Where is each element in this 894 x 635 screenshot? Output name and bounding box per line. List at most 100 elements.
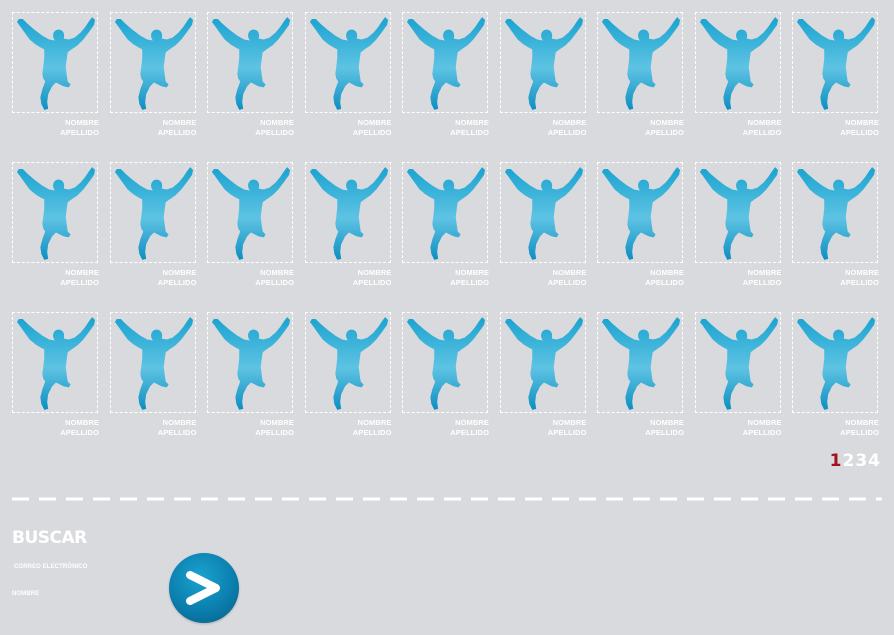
player-card[interactable]: NOMBRE APELLIDO <box>109 312 199 453</box>
player-last-name: APELLIDO <box>157 428 197 437</box>
player-name: NOMBRE APELLIDO <box>450 118 489 138</box>
player-first-name: NOMBRE <box>845 418 879 427</box>
email-field-label[interactable]: CORREO ELECTRÓNICO <box>14 564 87 570</box>
player-card[interactable]: NOMBRE APELLIDO <box>597 12 686 153</box>
player-first-name: NOMBRE <box>65 418 99 427</box>
player-last-name: APELLIDO <box>450 128 489 137</box>
player-last-name: APELLIDO <box>255 278 294 287</box>
player-card[interactable]: NOMBRE APELLIDO <box>12 162 101 303</box>
player-silhouette-icon <box>211 17 291 110</box>
name-field-label[interactable]: NOMBRE <box>12 591 39 597</box>
player-card[interactable]: NOMBRE APELLIDO <box>207 312 296 453</box>
player-name: NOMBRE APELLIDO <box>548 118 587 138</box>
player-card[interactable]: NOMBRE APELLIDO <box>792 12 881 153</box>
player-last-name: APELLIDO <box>450 278 489 287</box>
player-card[interactable]: NOMBRE APELLIDO <box>792 162 881 303</box>
player-card[interactable]: NOMBRE APELLIDO <box>12 312 101 453</box>
player-first-name: NOMBRE <box>162 268 197 277</box>
player-name: NOMBRE APELLIDO <box>158 418 197 438</box>
player-card[interactable]: NOMBRE APELLIDO <box>304 162 394 303</box>
player-last-name: APELLIDO <box>742 128 782 137</box>
player-card[interactable]: NOMBRE APELLIDO <box>12 12 101 153</box>
player-silhouette-icon <box>504 167 583 260</box>
player-card[interactable]: NOMBRE APELLIDO <box>792 312 881 453</box>
player-last-name: APELLIDO <box>547 428 587 437</box>
player-card[interactable]: NOMBRE APELLIDO <box>402 162 491 303</box>
player-last-name: APELLIDO <box>60 428 99 437</box>
player-name: NOMBRE APELLIDO <box>743 118 782 138</box>
player-photo-frame <box>207 12 293 113</box>
player-photo-frame <box>12 312 98 413</box>
player-photo-frame <box>499 162 586 263</box>
player-first-name: NOMBRE <box>260 418 294 427</box>
player-card[interactable]: NOMBRE APELLIDO <box>304 312 394 453</box>
player-first-name: NOMBRE <box>357 268 392 277</box>
player-photo-frame <box>792 312 878 413</box>
player-name: NOMBRE APELLIDO <box>840 268 879 288</box>
player-name: NOMBRE APELLIDO <box>743 268 782 288</box>
search-submit-button[interactable] <box>169 553 239 623</box>
player-name: NOMBRE APELLIDO <box>840 418 879 438</box>
player-name: NOMBRE APELLIDO <box>255 118 294 138</box>
player-silhouette-icon <box>796 167 876 260</box>
player-silhouette-icon <box>699 167 778 260</box>
player-card[interactable]: NOMBRE APELLIDO <box>402 12 491 153</box>
player-photo-frame <box>304 12 391 113</box>
page-link-2[interactable]: 2 <box>842 451 854 471</box>
player-last-name: APELLIDO <box>352 128 392 137</box>
player-silhouette-icon <box>16 167 96 260</box>
page-link-3[interactable]: 3 <box>855 451 867 471</box>
player-silhouette-icon <box>504 317 583 410</box>
player-name: NOMBRE APELLIDO <box>60 268 99 288</box>
player-card[interactable]: NOMBRE APELLIDO <box>402 312 491 453</box>
player-card[interactable]: NOMBRE APELLIDO <box>109 162 199 303</box>
player-name: NOMBRE APELLIDO <box>60 418 99 438</box>
player-last-name: APELLIDO <box>742 428 782 437</box>
page-link-4[interactable]: 4 <box>868 451 880 471</box>
player-card[interactable]: NOMBRE APELLIDO <box>207 12 296 153</box>
player-silhouette-icon <box>504 17 583 110</box>
player-last-name: APELLIDO <box>157 128 197 137</box>
page-link-1[interactable]: 1 <box>830 451 842 471</box>
player-card[interactable]: NOMBRE APELLIDO <box>304 12 394 153</box>
player-card[interactable]: NOMBRE APELLIDO <box>597 312 686 453</box>
player-photo-frame <box>499 12 586 113</box>
player-first-name: NOMBRE <box>260 268 294 277</box>
player-name: NOMBRE APELLIDO <box>450 268 489 288</box>
player-card[interactable]: NOMBRE APELLIDO <box>597 162 686 303</box>
player-card[interactable]: NOMBRE APELLIDO <box>207 162 296 303</box>
player-last-name: APELLIDO <box>547 128 587 137</box>
player-silhouette-icon <box>211 167 291 260</box>
player-grid: NOMBRE APELLIDO NOMBRE APELLIDO NOMBRE A… <box>12 12 892 453</box>
player-first-name: NOMBRE <box>747 118 782 127</box>
player-photo-frame <box>304 312 391 413</box>
player-silhouette-icon <box>406 317 486 410</box>
player-last-name: APELLIDO <box>60 278 99 287</box>
player-card[interactable]: NOMBRE APELLIDO <box>499 12 589 153</box>
player-card[interactable]: NOMBRE APELLIDO <box>499 312 589 453</box>
player-first-name: NOMBRE <box>65 268 99 277</box>
player-card[interactable]: NOMBRE APELLIDO <box>109 12 199 153</box>
player-photo-frame <box>402 12 488 113</box>
player-silhouette-icon <box>309 167 388 260</box>
player-name: NOMBRE APELLIDO <box>353 418 392 438</box>
player-first-name: NOMBRE <box>357 418 392 427</box>
player-silhouette-icon <box>601 167 681 260</box>
player-name: NOMBRE APELLIDO <box>645 118 684 138</box>
player-silhouette-icon <box>309 317 388 410</box>
player-photo-frame <box>694 12 781 113</box>
player-silhouette-icon <box>211 317 291 410</box>
player-card[interactable]: NOMBRE APELLIDO <box>694 312 784 453</box>
player-card[interactable]: NOMBRE APELLIDO <box>694 12 784 153</box>
player-card[interactable]: NOMBRE APELLIDO <box>694 162 784 303</box>
player-silhouette-icon <box>114 167 193 260</box>
player-name: NOMBRE APELLIDO <box>353 118 392 138</box>
player-first-name: NOMBRE <box>845 118 879 127</box>
player-photo-frame <box>792 12 878 113</box>
player-photo-frame <box>109 12 196 113</box>
player-silhouette-icon <box>796 17 876 110</box>
player-silhouette-icon <box>16 317 96 410</box>
player-first-name: NOMBRE <box>747 268 782 277</box>
player-photo-frame <box>499 312 586 413</box>
player-card[interactable]: NOMBRE APELLIDO <box>499 162 589 303</box>
